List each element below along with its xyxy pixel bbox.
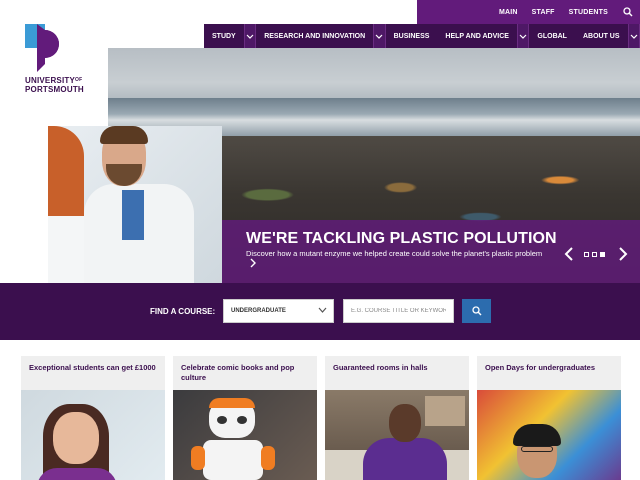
nav-item-global[interactable]: GLOBAL: [529, 24, 575, 48]
chevron-down-icon: [318, 307, 327, 313]
carousel-dots: [584, 252, 608, 257]
search-icon[interactable]: [616, 0, 640, 24]
card-title[interactable]: Exceptional students can get £1000: [29, 363, 157, 373]
search-icon: [471, 306, 481, 316]
logo-mark-icon: [25, 24, 59, 72]
course-finder-label: FIND A COURSE:: [150, 307, 216, 316]
nav-item-help[interactable]: HELP AND ADVICE: [437, 24, 517, 48]
carousel-next-button[interactable]: [618, 247, 628, 261]
course-finder: FIND A COURSE: UNDERGRADUATE: [0, 283, 640, 340]
logo-text: UNIVERSITYOF PORTSMOUTH: [25, 76, 84, 94]
utility-link-students[interactable]: STUDENTS: [569, 9, 608, 16]
nav-item-about[interactable]: ABOUT US: [575, 24, 628, 48]
card-exceptional-students[interactable]: Exceptional students can get £1000: [21, 356, 165, 480]
nav-item-business[interactable]: BUSINESS: [386, 24, 438, 48]
nav-item-study[interactable]: STUDY: [204, 24, 244, 48]
card-image: [21, 390, 165, 480]
hero-title[interactable]: WE'RE TACKLING PLASTIC POLLUTION: [246, 230, 557, 248]
nav-item-research[interactable]: RESEARCH AND INNOVATION: [256, 24, 373, 48]
main-nav: STUDY RESEARCH AND INNOVATION BUSINESS H…: [204, 24, 640, 48]
chevron-down-icon[interactable]: [373, 24, 386, 48]
page: WE'RE TACKLING PLASTIC POLLUTION Discove…: [0, 0, 640, 480]
card-title[interactable]: Celebrate comic books and pop culture: [181, 363, 309, 383]
chevron-down-icon[interactable]: [627, 24, 640, 48]
card-halls[interactable]: Guaranteed rooms in halls: [325, 356, 469, 480]
card-title[interactable]: Open Days for undergraduates: [485, 363, 613, 373]
course-search-input[interactable]: [343, 299, 454, 323]
utility-link-staff[interactable]: STAFF: [532, 9, 555, 16]
chevron-down-icon[interactable]: [243, 24, 257, 48]
carousel-dot-1[interactable]: [584, 252, 589, 257]
feature-cards: Exceptional students can get £1000 Celeb…: [21, 356, 621, 480]
card-image: [325, 390, 469, 480]
carousel-dot-3[interactable]: [600, 252, 605, 257]
carousel-dot-2[interactable]: [592, 252, 597, 257]
card-image: [477, 390, 621, 480]
chevron-right-icon[interactable]: [249, 258, 257, 268]
hero-lab-photo: [48, 126, 222, 283]
logo[interactable]: UNIVERSITYOF PORTSMOUTH: [0, 0, 108, 125]
card-open-days[interactable]: Open Days for undergraduates: [477, 356, 621, 480]
card-image: [173, 390, 317, 480]
card-title[interactable]: Guaranteed rooms in halls: [333, 363, 461, 373]
course-level-select[interactable]: UNDERGRADUATE: [223, 299, 334, 323]
carousel-prev-button[interactable]: [564, 247, 574, 261]
course-search-button[interactable]: [462, 299, 491, 323]
chevron-down-icon[interactable]: [516, 24, 530, 48]
hero-subtitle: Discover how a mutant enzyme we helped c…: [246, 249, 543, 258]
utility-link-main[interactable]: MAIN: [499, 9, 518, 16]
utility-nav: MAIN STAFF STUDENTS: [417, 0, 640, 24]
card-comic-books[interactable]: Celebrate comic books and pop culture: [173, 356, 317, 480]
hero-caption: WE'RE TACKLING PLASTIC POLLUTION Discove…: [222, 220, 640, 283]
